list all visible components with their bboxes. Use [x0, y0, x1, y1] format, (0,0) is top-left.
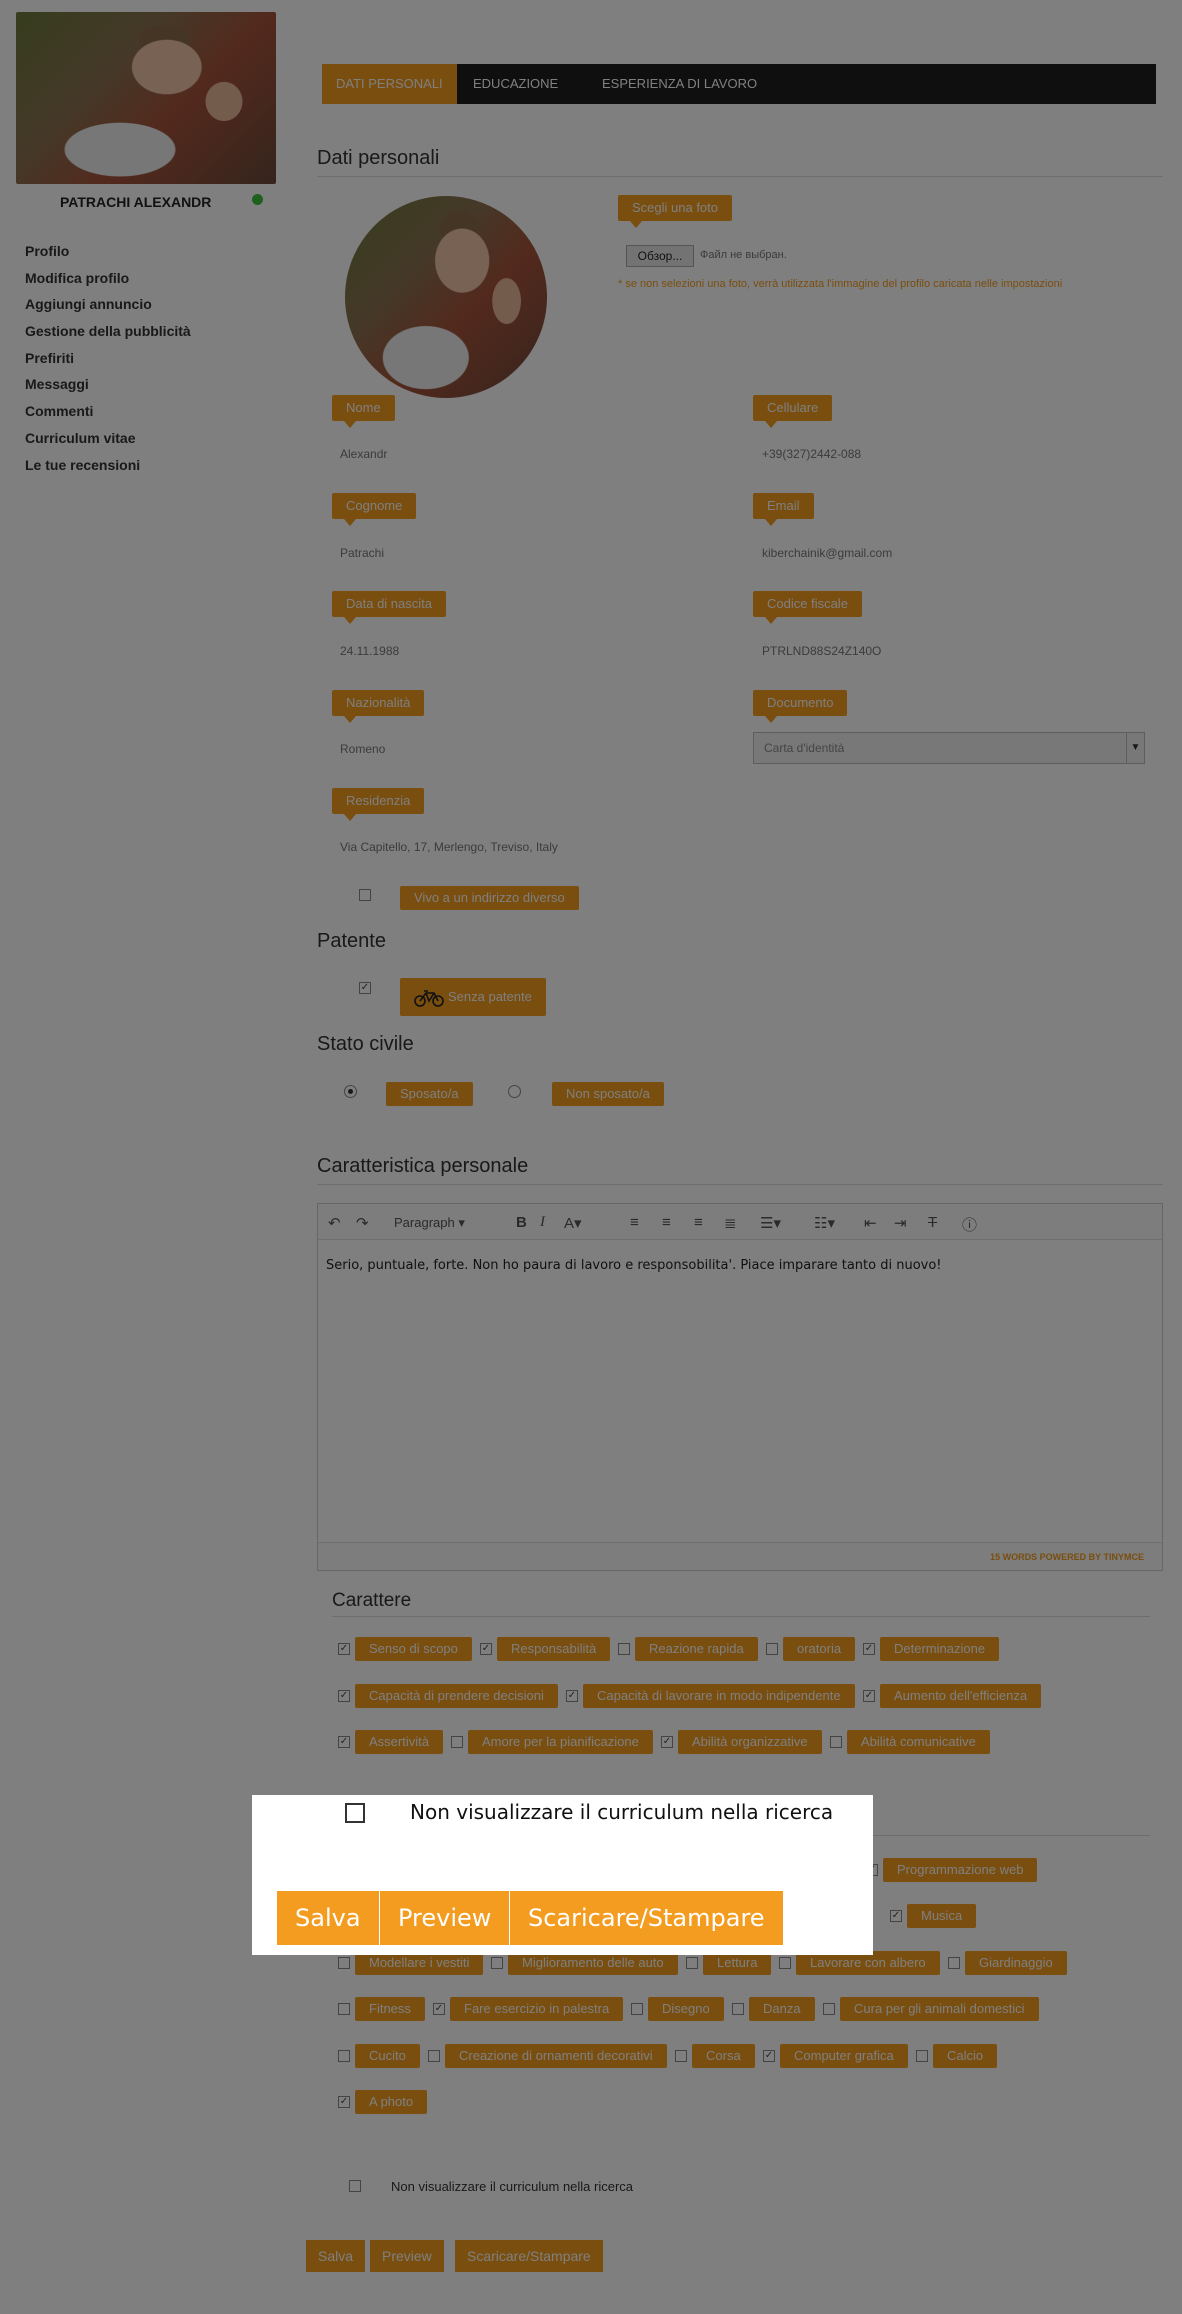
modal-hide-cv-checkbox[interactable]: [345, 1803, 365, 1823]
modal-hide-cv-label: Non visualizzare il curriculum nella ric…: [410, 1800, 834, 1824]
action-modal: Non visualizzare il curriculum nella ric…: [252, 1795, 873, 1955]
modal-save-button[interactable]: Salva: [277, 1891, 379, 1945]
modal-preview-button[interactable]: Preview: [380, 1891, 510, 1945]
modal-backdrop[interactable]: [0, 0, 1182, 2314]
modal-download-button[interactable]: Scaricare/Stampare: [510, 1891, 783, 1945]
